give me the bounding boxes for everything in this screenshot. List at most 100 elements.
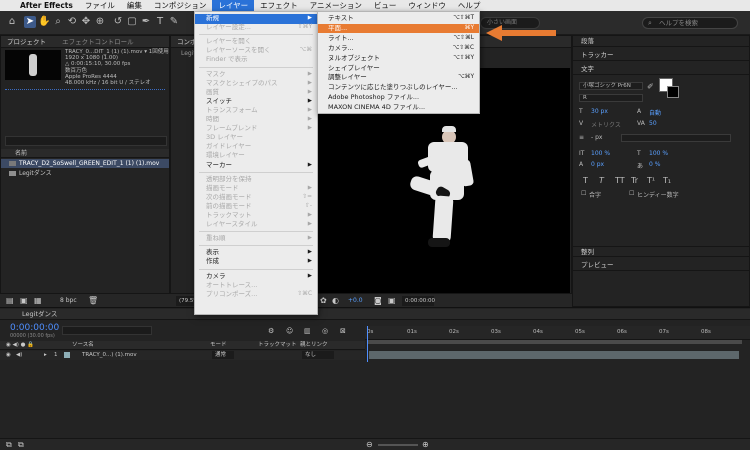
rect-tool-icon[interactable]: ▢ <box>126 16 138 28</box>
menu-help[interactable]: ヘルプ <box>452 0 487 11</box>
timeline-search-input[interactable] <box>62 326 152 335</box>
help-search-field[interactable]: ⌕ ヘルプを検索 <box>642 17 738 29</box>
rotate-tool-icon[interactable]: ⟲ <box>66 16 78 28</box>
menu-animation[interactable]: アニメーション <box>304 0 368 11</box>
mode-header[interactable]: モード <box>210 341 227 350</box>
exposure-offset[interactable]: +0.0 <box>348 294 363 308</box>
stroke-style-select[interactable] <box>621 134 731 142</box>
paragraph-panel-header[interactable]: 段落 <box>573 36 750 47</box>
zoom-in-icon[interactable]: ⊕ <box>422 439 429 450</box>
timeline-tab[interactable]: Legitダンス <box>22 310 57 318</box>
new-submenu-item[interactable]: MAXON CINEMA 4D ファイル... <box>318 103 479 112</box>
type-tool-icon[interactable]: T <box>154 16 166 28</box>
layer-menu-item[interactable]: マーカー ▶ <box>195 161 317 171</box>
new-submenu-item[interactable]: 調整レイヤー ⌥⌘Y <box>318 73 479 82</box>
faux-bold-button[interactable]: T <box>583 176 588 185</box>
font-style-select[interactable]: R <box>579 94 643 102</box>
menu-effect[interactable]: エフェクト <box>254 0 304 11</box>
comp-current-time[interactable]: 0:00:00:00 <box>402 296 435 306</box>
graph-editor-icon[interactable]: ⊠ <box>340 327 346 335</box>
new-submenu-item[interactable]: 平面... ⌘Y <box>318 23 479 34</box>
new-submenu-item[interactable]: カメラ... ⌥⇧⌘C <box>318 44 479 53</box>
layer-duration-bar[interactable] <box>369 351 739 359</box>
layer-name[interactable]: TRACY_0...) (1).mov <box>82 351 137 360</box>
home-icon[interactable]: ⌂ <box>6 16 18 28</box>
zoom-out-icon[interactable]: ⊖ <box>366 439 373 450</box>
layer-expand-icon[interactable]: ▸ <box>44 351 47 360</box>
baseline-value[interactable]: 0 px <box>591 161 604 168</box>
menu-layer[interactable]: レイヤー <box>212 0 255 11</box>
toggle-switches-icon[interactable]: ⧉ <box>6 439 12 450</box>
shy-icon[interactable]: ☺ <box>286 327 293 335</box>
project-tab[interactable]: プロジェクト <box>7 38 46 46</box>
eyedropper-icon[interactable]: ✐ <box>647 82 654 91</box>
subscript-button[interactable]: T₁ <box>663 176 671 185</box>
source-name-header[interactable]: ソース名 <box>72 341 94 350</box>
new-submenu-item[interactable]: シェイプレイヤー <box>318 64 479 73</box>
timeline-ruler[interactable]: 0s 01s 02s 03s 04s 05s 06s 07s 08s <box>365 326 750 340</box>
layer-menu-item[interactable]: スイッチ ▶ <box>195 97 317 107</box>
camera-orbit-icon[interactable]: ✥ <box>80 16 92 28</box>
timeline-current-time[interactable]: 0:00:00:00 <box>10 323 59 333</box>
draft-3d-icon[interactable]: ⚙ <box>268 327 274 335</box>
project-search-input[interactable] <box>5 136 167 146</box>
motion-blur-icon[interactable]: ◎ <box>322 327 328 335</box>
project-item[interactable]: Legitダンス <box>1 169 169 178</box>
menu-window[interactable]: ウィンドウ <box>402 0 452 11</box>
brush-tool-icon[interactable]: ✎ <box>168 16 180 28</box>
tracker-panel-header[interactable]: トラッカー <box>573 50 750 61</box>
preview-panel-header[interactable]: プレビュー <box>573 260 750 271</box>
character-panel-header[interactable]: 文字 <box>573 64 750 75</box>
layer-parent-select[interactable]: なし <box>302 351 335 359</box>
faux-italic-button[interactable]: T <box>599 176 604 185</box>
menu-view[interactable]: ビュー <box>368 0 403 11</box>
toggle-modes-icon[interactable]: ⧉ <box>18 439 24 450</box>
pan-behind-icon[interactable]: ⊕ <box>94 16 106 28</box>
layer-mode-select[interactable]: 通常 <box>212 351 235 359</box>
ligature-checkbox[interactable]: ☐ <box>581 190 586 197</box>
effect-controls-tab[interactable]: エフェクトコントロール <box>62 38 134 46</box>
snapshot-icon[interactable]: ◙ <box>374 294 382 308</box>
new-comp-icon[interactable]: ▦ <box>34 294 42 308</box>
new-submenu-item[interactable]: Adobe Photoshop ファイル... <box>318 93 479 102</box>
audio-speaker-icon[interactable]: ◀) <box>16 351 22 360</box>
small-caps-button[interactable]: Tr <box>631 176 638 185</box>
visibility-eye-icon[interactable]: ◉ <box>6 351 11 360</box>
zoom-tool-icon[interactable]: ⌕ <box>52 16 64 28</box>
playhead[interactable] <box>367 326 368 362</box>
layer-menu-item[interactable]: 作成 ▶ <box>195 257 317 267</box>
layer-label-color[interactable] <box>64 352 70 358</box>
interpret-footage-icon[interactable]: ▤ <box>6 294 14 308</box>
tracking-value[interactable]: 50 <box>649 120 657 127</box>
hand-tool-icon[interactable]: ✋ <box>38 16 50 28</box>
timeline-zoom-slider[interactable] <box>378 444 418 446</box>
undo-rotate-icon[interactable]: ↺ <box>112 16 124 28</box>
show-snapshot-icon[interactable]: ▣ <box>388 294 396 308</box>
new-folder-icon[interactable]: ▣ <box>20 294 28 308</box>
tsume-value[interactable]: 0 % <box>649 161 660 168</box>
name-column-header[interactable]: 名前 <box>15 150 27 157</box>
work-area-bar[interactable] <box>367 340 742 344</box>
trkmat-header[interactable]: トラックマット <box>258 341 297 350</box>
layer-menu-item[interactable]: カメラ ▶ <box>195 272 317 282</box>
menu-edit[interactable]: 編集 <box>121 0 148 11</box>
trash-icon[interactable]: 🗑 <box>88 294 98 308</box>
selection-tool-icon[interactable]: ➤ <box>24 16 36 28</box>
new-submenu-item[interactable]: コンテンツに応じた塗りつぶしのレイヤー... <box>318 83 479 92</box>
new-submenu-item[interactable]: ヌルオブジェクト ⌥⇧⌘Y <box>318 54 479 63</box>
bpc-label[interactable]: 8 bpc <box>60 294 77 308</box>
pen-tool-icon[interactable]: ✒ <box>140 16 152 28</box>
hindi-digits-checkbox[interactable]: ☐ <box>629 190 634 197</box>
new-submenu-item[interactable]: テキスト ⌥⇧⌘T <box>318 14 479 23</box>
color-wheel-icon[interactable]: ✿ <box>320 294 327 308</box>
superscript-button[interactable]: T¹ <box>647 176 655 185</box>
menu-after-effects[interactable]: After Effects <box>14 0 79 11</box>
vertical-scale-value[interactable]: 100 % <box>591 150 610 157</box>
new-submenu-item[interactable]: ライト... ⌥⇧⌘L <box>318 34 479 43</box>
stroke-width-value[interactable]: - px <box>591 134 602 141</box>
kerning-value[interactable]: メトリクス <box>591 120 621 129</box>
timeline-layer-row[interactable]: ◉ ◀) ▸ 1 TRACY_0...) (1).mov 通常 なし <box>0 351 365 360</box>
exposure-icon[interactable]: ◐ <box>332 294 339 308</box>
font-size-value[interactable]: 30 px <box>591 108 608 115</box>
menu-file[interactable]: ファイル <box>79 0 121 11</box>
